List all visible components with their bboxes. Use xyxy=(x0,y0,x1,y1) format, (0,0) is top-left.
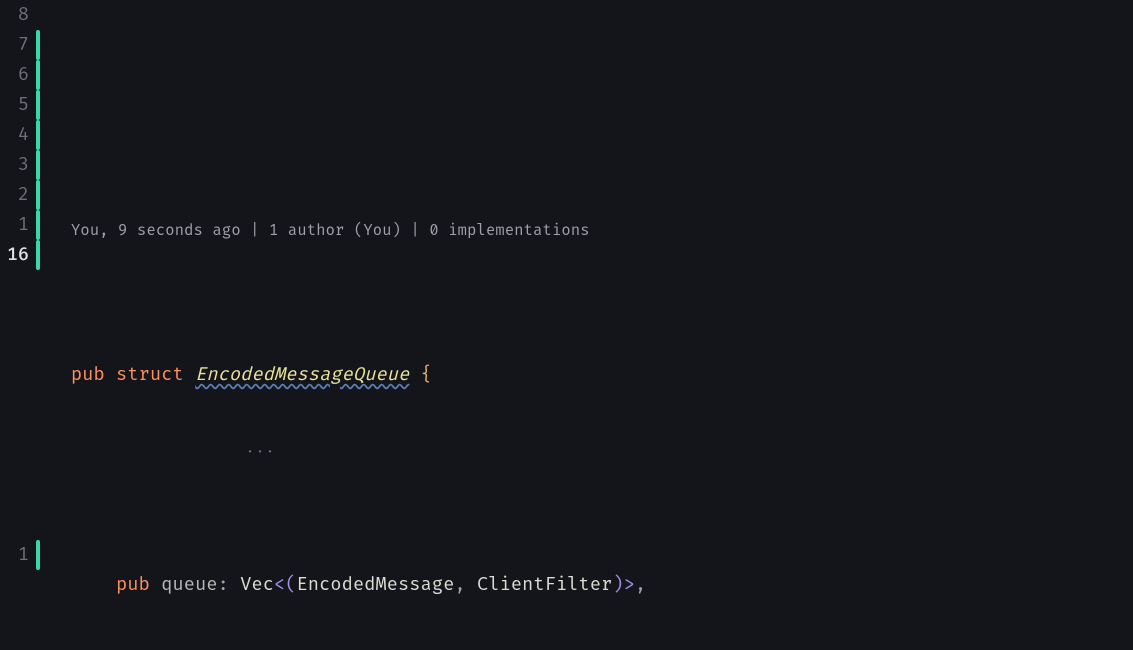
line-number: 1 xyxy=(0,540,33,570)
line-number: 6 xyxy=(0,60,33,90)
line-number: 7 xyxy=(0,30,33,60)
code-lens-text[interactable]: You, 9 seconds ago | 1 author (You) | 0 … xyxy=(71,221,590,240)
line-number xyxy=(0,420,33,450)
code-editor[interactable]: 8 7 6 5 4 3 2 1 16 1 xyxy=(0,0,1133,650)
code-line[interactable]: pub queue: Vec<(EncodedMessage, ClientFi… xyxy=(71,570,1133,600)
line-number xyxy=(0,480,33,510)
line-number xyxy=(0,450,33,480)
code-area[interactable]: You, 9 seconds ago | 1 author (You) | 0 … xyxy=(43,0,1133,650)
line-number xyxy=(0,330,33,360)
line-number: 5 xyxy=(0,90,33,120)
line-number-current: 16 xyxy=(0,240,33,270)
line-number xyxy=(0,270,33,300)
line-number xyxy=(0,570,33,600)
line-number xyxy=(0,300,33,330)
line-number xyxy=(0,360,33,390)
line-number xyxy=(0,510,33,540)
line-number-gutter: 8 7 6 5 4 3 2 1 16 1 xyxy=(0,0,33,650)
line-number: 4 xyxy=(0,120,33,150)
code-line[interactable]: pub struct EncodedMessageQueue { xyxy=(71,360,1133,390)
line-number xyxy=(0,390,33,420)
line-number: 1 xyxy=(0,210,33,240)
line-number: 8 xyxy=(0,0,33,30)
line-number: 2 xyxy=(0,180,33,210)
line-number: 3 xyxy=(0,150,33,180)
git-change-indicator xyxy=(33,0,43,650)
